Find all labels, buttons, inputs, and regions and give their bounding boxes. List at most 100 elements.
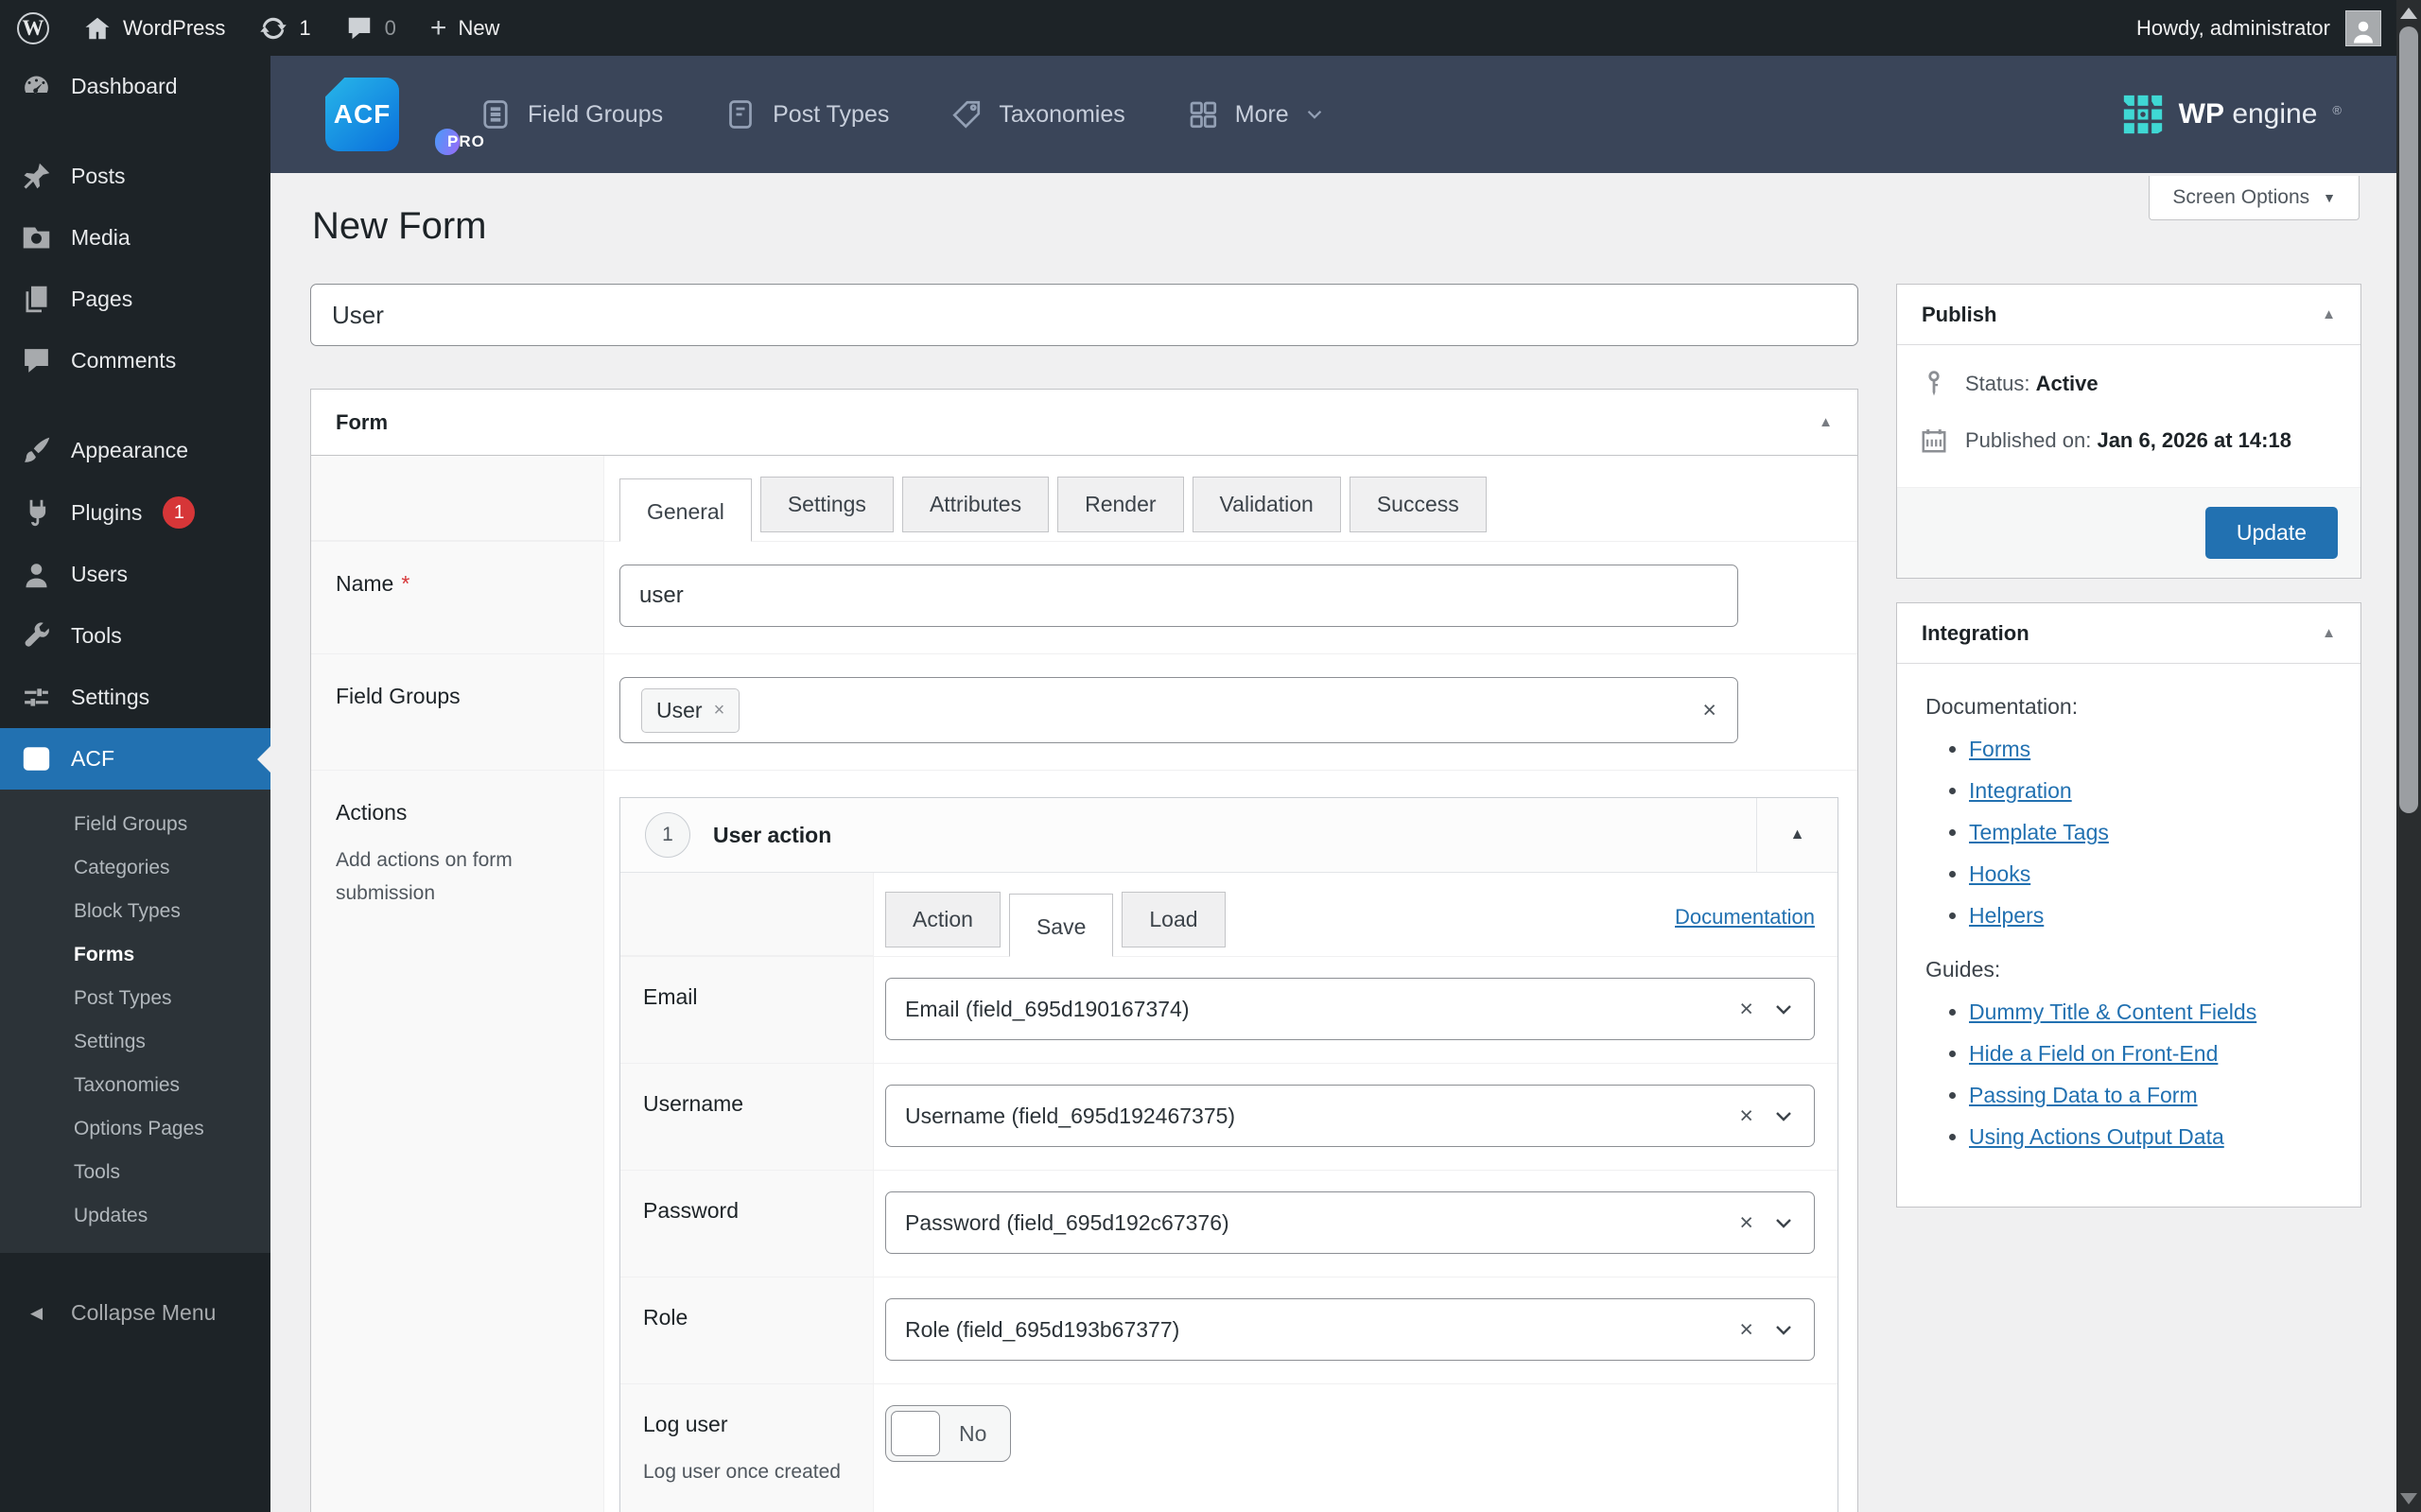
submenu-item-tools[interactable]: Tools <box>74 1151 270 1194</box>
integration-panel-header[interactable]: Integration ▲ <box>1897 603 2360 664</box>
doc-link-hooks[interactable]: Hooks <box>1969 861 2030 886</box>
clear-selection-icon[interactable]: × <box>1739 1209 1753 1237</box>
clear-selection-icon[interactable]: × <box>1739 1103 1753 1130</box>
doc-link-forms[interactable]: Forms <box>1969 737 2030 761</box>
sidebar-item-comments[interactable]: Comments <box>0 330 270 391</box>
name-input[interactable] <box>619 565 1738 627</box>
sidebar-item-acf[interactable]: ACF <box>0 728 270 790</box>
site-home-link[interactable]: WordPress <box>66 0 242 56</box>
tab-action[interactable]: Action <box>885 892 1001 947</box>
clear-selection-icon[interactable]: × <box>1739 1316 1753 1344</box>
submenu-item-options-pages[interactable]: Options Pages <box>74 1107 270 1151</box>
form-title-input[interactable] <box>310 284 1858 346</box>
email-select-value: Email (field_695d190167374) <box>905 997 1190 1022</box>
scrollbar-up-arrow-icon[interactable] <box>2400 8 2417 19</box>
sidebar-item-plugins[interactable]: Plugins 1 <box>0 481 270 544</box>
guide-link-actions-output[interactable]: Using Actions Output Data <box>1969 1124 2224 1149</box>
comments-link[interactable]: 0 <box>328 0 413 56</box>
accordion-header[interactable]: 1 User action ▲ <box>620 798 1838 873</box>
submenu-item-categories[interactable]: Categories <box>74 846 270 890</box>
submenu-item-block-types[interactable]: Block Types <box>74 890 270 933</box>
role-select[interactable]: Role (field_695d193b67377) × <box>885 1298 1815 1361</box>
acf-nav-taxonomies[interactable]: Taxonomies <box>949 97 1124 131</box>
sidebar-item-settings[interactable]: Settings <box>0 667 270 728</box>
submenu-item-post-types[interactable]: Post Types <box>74 977 270 1020</box>
clear-select-icon[interactable]: × <box>1702 697 1716 724</box>
collapse-panel-icon[interactable]: ▲ <box>2322 625 2336 641</box>
doc-link-template-tags[interactable]: Template Tags <box>1969 820 2109 844</box>
admin-bar: W WordPress 1 0 + New Howdy, administrat… <box>0 0 2396 56</box>
home-icon <box>83 14 112 43</box>
update-button[interactable]: Update <box>2205 507 2338 559</box>
howdy-text[interactable]: Howdy, administrator <box>2136 16 2330 41</box>
username-select[interactable]: Username (field_695d192467375) × <box>885 1085 1815 1147</box>
accordion-collapse-button[interactable]: ▲ <box>1756 798 1838 872</box>
form-panel-header[interactable]: Form ▲ <box>311 390 1857 456</box>
chevron-down-icon <box>1772 1318 1795 1341</box>
wp-engine-brand: WP engine ® <box>2122 94 2342 135</box>
sidebar-item-dashboard[interactable]: Dashboard <box>0 56 270 117</box>
tab-load[interactable]: Load <box>1122 892 1225 947</box>
publish-panel-header[interactable]: Publish ▲ <box>1897 285 2360 345</box>
scrollbar-down-arrow-icon[interactable] <box>2400 1493 2417 1504</box>
doc-link-helpers[interactable]: Helpers <box>1969 903 2044 928</box>
new-label: New <box>458 16 499 41</box>
sidebar-item-media[interactable]: Media <box>0 207 270 269</box>
documentation-links: Forms Integration Template Tags Hooks He… <box>1925 737 2332 929</box>
tab-save[interactable]: Save <box>1009 894 1113 957</box>
tab-attributes[interactable]: Attributes <box>902 477 1049 532</box>
tab-validation[interactable]: Validation <box>1193 477 1341 532</box>
screen-options-button[interactable]: Screen Options ▼ <box>2149 176 2360 220</box>
collapse-accordion-icon: ▲ <box>1790 826 1805 843</box>
acf-nav-post-types[interactable]: Post Types <box>723 97 889 131</box>
collapse-menu-button[interactable]: ◀ Collapse Menu <box>0 1285 270 1341</box>
collapse-panel-icon[interactable]: ▲ <box>1819 414 1833 430</box>
documentation-link[interactable]: Documentation <box>1675 905 1815 930</box>
tab-general[interactable]: General <box>619 478 752 542</box>
collapse-panel-icon[interactable]: ▲ <box>2322 306 2336 322</box>
submenu-item-updates[interactable]: Updates <box>74 1194 270 1238</box>
sidebar-item-tools[interactable]: Tools <box>0 605 270 667</box>
dashboard-icon <box>21 71 52 102</box>
doc-link-integration[interactable]: Integration <box>1969 778 2072 803</box>
pro-badge: PRO <box>431 125 463 159</box>
scrollbar-thumb[interactable] <box>2399 26 2418 813</box>
submenu-item-forms[interactable]: Forms <box>74 933 270 977</box>
acf-table-icon <box>21 743 52 774</box>
user-avatar[interactable] <box>2345 10 2381 46</box>
acf-pro-logo[interactable]: ACF <box>325 78 399 151</box>
selected-field-group-chip: User × <box>641 688 740 733</box>
submenu-item-taxonomies[interactable]: Taxonomies <box>74 1064 270 1107</box>
clear-selection-icon[interactable]: × <box>1739 996 1753 1023</box>
tab-success[interactable]: Success <box>1350 477 1487 532</box>
brand-engine: engine <box>2232 98 2317 130</box>
plugins-update-badge: 1 <box>163 496 195 529</box>
tab-settings[interactable]: Settings <box>760 477 894 532</box>
acf-nav-field-groups[interactable]: Field Groups <box>479 97 663 131</box>
submenu-item-settings[interactable]: Settings <box>74 1020 270 1064</box>
remove-chip-icon[interactable]: × <box>714 700 725 721</box>
sidebar-item-posts[interactable]: Posts <box>0 146 270 207</box>
grid-icon <box>1186 97 1220 131</box>
sidebar-item-appearance[interactable]: Appearance <box>0 420 270 481</box>
field-groups-select[interactable]: User × × <box>619 677 1738 743</box>
comments-count: 0 <box>385 16 396 41</box>
guide-link-hide-field[interactable]: Hide a Field on Front-End <box>1969 1041 2218 1066</box>
sidebar-item-pages[interactable]: Pages <box>0 269 270 330</box>
plus-icon: + <box>430 14 447 43</box>
field-groups-row: Field Groups User × × <box>311 653 1857 770</box>
acf-nav-more[interactable]: More <box>1186 97 1325 131</box>
email-select[interactable]: Email (field_695d190167374) × <box>885 978 1815 1040</box>
password-select[interactable]: Password (field_695d192c67376) × <box>885 1191 1815 1254</box>
tab-render[interactable]: Render <box>1057 477 1183 532</box>
submenu-item-field-groups[interactable]: Field Groups <box>74 803 270 846</box>
new-content-menu[interactable]: + New <box>413 0 517 56</box>
sidebar-item-users[interactable]: Users <box>0 544 270 605</box>
guide-link-dummy-title[interactable]: Dummy Title & Content Fields <box>1969 999 2256 1024</box>
wordpress-logo-menu[interactable]: W <box>0 0 66 56</box>
role-label: Role <box>620 1277 874 1383</box>
log-user-toggle[interactable]: No <box>885 1405 1011 1462</box>
guide-link-passing-data[interactable]: Passing Data to a Form <box>1969 1083 2198 1107</box>
sliders-icon <box>21 682 52 713</box>
updates-link[interactable]: 1 <box>242 0 327 56</box>
